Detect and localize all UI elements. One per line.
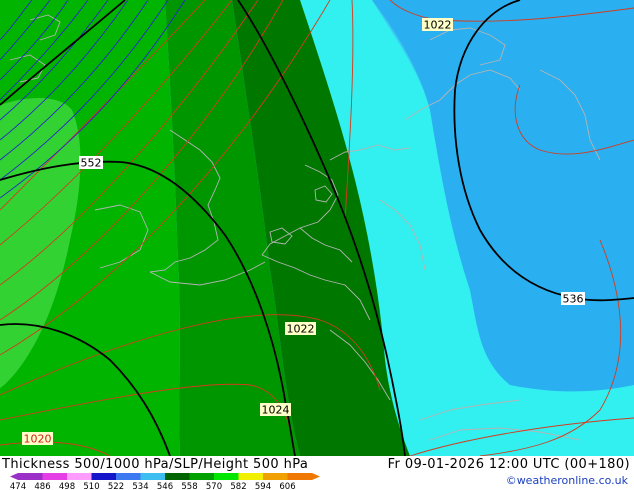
- legend-min-arrow: [10, 473, 18, 480]
- svg-text:552: 552: [81, 157, 102, 170]
- label-552: 552: [79, 156, 103, 170]
- legend-tick-label: 606: [279, 482, 295, 490]
- legend-swatch: [189, 473, 214, 480]
- map-footer: Thickness 500/1000 hPa/SLP/Height 500 hP…: [0, 456, 634, 490]
- legend-tick-label: 558: [181, 482, 197, 490]
- legend-tick-label: 534: [132, 482, 148, 490]
- forecast-map: 552 536 1022 1022 1024 1020: [0, 0, 634, 456]
- label-1020: 1020: [22, 432, 53, 446]
- legend-tick-label: 570: [206, 482, 222, 490]
- valid-time: Fr 09-01-2026 12:00 UTC (00+180): [387, 457, 630, 472]
- legend-swatch: [18, 473, 43, 480]
- color-legend: 474 486 498 510 522 534 546 558 570 582 594 606: [10, 473, 320, 490]
- label-1022-mid: 1022: [285, 322, 316, 336]
- legend-swatch: [116, 473, 141, 480]
- svg-text:1020: 1020: [24, 433, 52, 446]
- legend-swatch: [214, 473, 239, 480]
- legend-swatch: [67, 473, 92, 480]
- svg-text:536: 536: [563, 293, 584, 306]
- legend-swatch: [91, 473, 116, 480]
- legend-tick-label: 474: [10, 482, 26, 490]
- legend-tick-label: 594: [255, 482, 271, 490]
- label-536: 536: [561, 292, 585, 306]
- legend-tick-label: 486: [34, 482, 50, 490]
- label-1024: 1024: [260, 403, 291, 417]
- legend-max-arrow: [312, 473, 320, 480]
- legend-swatch: [287, 473, 312, 480]
- legend-tick-label: 582: [230, 482, 246, 490]
- credit-link[interactable]: ©weatheronline.co.uk: [506, 474, 628, 487]
- label-1022-top: 1022: [422, 18, 453, 32]
- legend-swatch: [238, 473, 263, 480]
- svg-text:1022: 1022: [424, 19, 452, 32]
- map-title: Thickness 500/1000 hPa/SLP/Height 500 hP…: [2, 457, 309, 472]
- legend-tick-label: 498: [59, 482, 75, 490]
- legend-swatch: [140, 473, 165, 480]
- legend-swatch: [42, 473, 67, 480]
- thickness-fill: [0, 0, 634, 456]
- legend-tick-label: 546: [157, 482, 173, 490]
- legend-tick-label: 510: [83, 482, 99, 490]
- legend-tick-label: 522: [108, 482, 124, 490]
- legend-swatch: [263, 473, 288, 480]
- legend-swatch: [165, 473, 190, 480]
- svg-text:1024: 1024: [262, 404, 290, 417]
- svg-text:1022: 1022: [287, 323, 315, 336]
